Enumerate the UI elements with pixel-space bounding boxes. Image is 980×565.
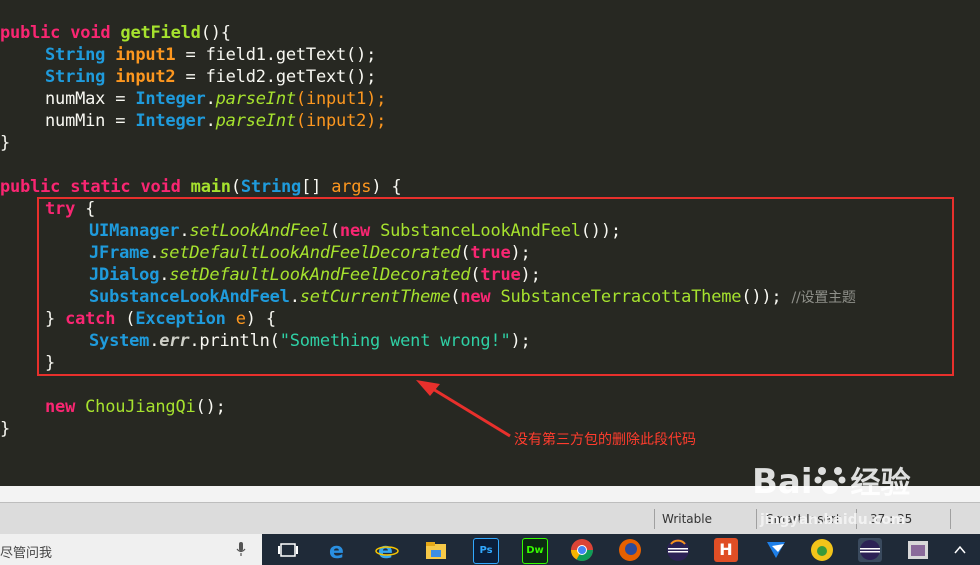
edge-icon[interactable]: e [326,538,350,562]
file-explorer-icon[interactable] [424,538,448,562]
microphone-icon[interactable] [236,542,246,557]
status-divider [756,509,757,529]
eclipse-active-icon[interactable] [858,538,882,562]
task-view-icon[interactable] [276,538,300,562]
arrow-icon [416,380,511,438]
internet-explorer-icon[interactable]: e [375,538,399,562]
cortana-search-box[interactable]: 尽管问我 [0,534,262,565]
watermark-brand: Bai 经验 [752,462,911,502]
app-round-icon[interactable] [810,538,834,562]
search-placeholder: 尽管问我 [0,546,53,561]
chevron-up-icon[interactable] [950,538,970,562]
windows-taskbar: 尽管问我 e e Ps Dw H [0,534,980,565]
svg-text:e: e [378,539,393,562]
status-divider [950,509,951,529]
qq-icon[interactable] [764,538,788,562]
app-window-icon[interactable] [906,538,930,562]
eclipse-icon[interactable] [666,538,690,562]
hbuilder-icon[interactable]: H [714,538,738,562]
annotation-text: 没有第三方包的删除此段代码 [514,432,696,448]
paw-icon [813,463,847,497]
watermark-url: jingyan.baidu.com [760,512,906,528]
status-divider [654,509,655,529]
svg-text:e: e [329,539,344,562]
photoshop-icon[interactable]: Ps [473,538,499,564]
dreamweaver-icon[interactable]: Dw [522,538,548,564]
code-editor[interactable]: public void getField(){ String input1 = … [0,0,980,486]
writable-status: Writable [662,512,712,526]
chrome-icon[interactable] [570,538,594,562]
firefox-icon[interactable] [618,538,642,562]
